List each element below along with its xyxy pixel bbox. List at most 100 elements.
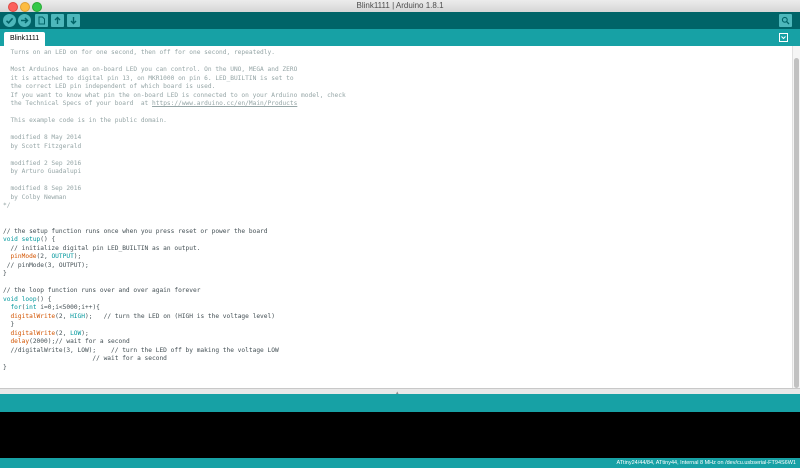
console-output[interactable]: [0, 412, 800, 458]
save-button[interactable]: [67, 14, 80, 27]
code-token: );: [73, 253, 82, 260]
board-port-status: ATtiny24/44/84, ATtiny44, Internal 8 MHz…: [616, 460, 796, 466]
code-line: by Colby Newman: [3, 194, 346, 203]
code-token: i=0;i<5000;i++){: [36, 304, 100, 311]
code-text: Turns on an LED on for one second, then …: [0, 49, 346, 372]
code-token: (2000);// wait for a second: [29, 338, 130, 345]
code-token: by Arturo Guadalupi: [3, 168, 82, 175]
code-line: This example code is in the public domai…: [3, 117, 346, 126]
code-token: If you want to know what pin the on-boar…: [3, 91, 346, 99]
new-file-icon: [38, 16, 45, 25]
code-line: // the loop function runs over and over …: [3, 287, 346, 296]
code-token: This example code is in the public domai…: [3, 117, 167, 124]
code-token: HIGH: [70, 312, 85, 320]
code-line: }: [3, 364, 346, 373]
vertical-scrollbar[interactable]: [792, 46, 800, 388]
code-line: digitalWrite(2, LOW);: [3, 330, 346, 339]
code-line: }: [3, 321, 346, 330]
code-line: //digitalWrite(3, LOW); // turn the LED …: [3, 347, 346, 356]
code-token: digitalWrite: [10, 312, 56, 320]
code-line: If you want to know what pin the on-boar…: [3, 91, 346, 101]
code-line: Turns on an LED on for one second, then …: [3, 49, 346, 58]
code-line: pinMode(2, OUTPUT);: [3, 253, 346, 262]
verify-button[interactable]: [3, 14, 16, 27]
code-token: // pinMode(3, OUTPUT);: [3, 261, 89, 269]
code-token: setup: [21, 236, 41, 243]
code-line: delay(2000);// wait for a second: [3, 338, 346, 347]
code-token: OUTPUT: [51, 253, 74, 260]
code-token: modified 2 Sep 2016: [3, 159, 82, 167]
code-token: https://www.arduino.cc/en/Main/Products: [152, 100, 298, 107]
code-token: the correct LED pin independent of which…: [3, 83, 216, 90]
code-line: by Scott Fitzgerald: [3, 143, 346, 152]
code-token: the Technical Specs of your board at: [3, 100, 153, 107]
code-token: pinMode: [10, 253, 37, 260]
code-token: loop: [21, 295, 37, 303]
code-token: (2,: [55, 329, 71, 337]
code-token: for: [10, 304, 22, 311]
code-token: modified 8 May 2014: [3, 134, 82, 141]
code-token: // initialize digital pin LED_BUILTIN as…: [3, 244, 201, 252]
code-token: delay: [10, 338, 30, 345]
code-line: modified 8 Sep 2016: [3, 185, 346, 194]
scrollbar-thumb[interactable]: [794, 58, 799, 388]
upload-button[interactable]: [18, 14, 31, 27]
code-token: // the setup function runs once when you…: [3, 227, 268, 235]
code-token: it is attached to digital pin 13, on MKR…: [3, 74, 294, 82]
code-line: the Technical Specs of your board at htt…: [3, 100, 346, 109]
code-token: () {: [36, 295, 52, 303]
code-token: //digitalWrite(3, LOW); // turn the LED …: [3, 346, 279, 354]
code-token: Turns on an LED on for one second, then …: [3, 49, 275, 56]
dropdown-arrow-icon: [781, 36, 786, 40]
code-line: // pinMode(3, OUTPUT);: [3, 262, 346, 271]
code-token: }: [3, 321, 15, 328]
serial-monitor-button[interactable]: [779, 14, 792, 27]
code-token: ); // turn the LED on (HIGH is the volta…: [84, 312, 275, 320]
code-line: it is attached to digital pin 13, on MKR…: [3, 75, 346, 84]
code-line: // initialize digital pin LED_BUILTIN as…: [3, 245, 346, 254]
code-token: // the loop function runs over and over …: [3, 287, 201, 294]
code-token: void: [3, 295, 18, 303]
code-line: */: [3, 202, 346, 211]
tab-blink1111[interactable]: Blink1111: [4, 32, 46, 46]
window-title: Blink1111 | Arduino 1.8.1: [356, 1, 444, 10]
code-token: () {: [40, 236, 56, 243]
checkmark-icon: [5, 17, 14, 24]
code-token: void: [3, 236, 18, 243]
code-line: void setup() {: [3, 236, 346, 245]
code-token: }: [3, 363, 7, 371]
code-line: modified 2 Sep 2016: [3, 160, 346, 169]
code-line: // the setup function runs once when you…: [3, 228, 346, 237]
code-line: for(int i=0;i<5000;i++){: [3, 304, 346, 313]
code-token: );: [81, 329, 89, 337]
code-line: Most Arduinos have an on-board LED you c…: [3, 66, 346, 75]
code-line: digitalWrite(2, HIGH); // turn the LED o…: [3, 313, 346, 322]
code-token: digitalWrite: [10, 329, 56, 337]
code-editor[interactable]: Turns on an LED on for one second, then …: [0, 46, 792, 388]
code-line: by Arturo Guadalupi: [3, 168, 346, 177]
open-button[interactable]: [51, 14, 64, 27]
code-token: (2,: [55, 312, 71, 320]
arrow-up-icon: [54, 16, 61, 24]
code-line: modified 8 May 2014: [3, 134, 346, 143]
toolbar: [0, 12, 800, 29]
code-token: by Scott Fitzgerald: [3, 142, 82, 150]
arrow-right-icon: [21, 17, 29, 24]
magnifier-icon: [781, 16, 790, 25]
message-bar: [0, 394, 800, 412]
code-token: */: [3, 202, 11, 209]
code-token: // wait for a second: [3, 355, 167, 362]
tab-menu-button[interactable]: [779, 33, 788, 42]
status-bar: ATtiny24/44/84, ATtiny44, Internal 8 MHz…: [0, 458, 800, 468]
code-token: int: [25, 304, 37, 311]
code-line: void loop() {: [3, 296, 346, 305]
new-button[interactable]: [35, 14, 48, 27]
code-token: LOW: [70, 329, 82, 337]
